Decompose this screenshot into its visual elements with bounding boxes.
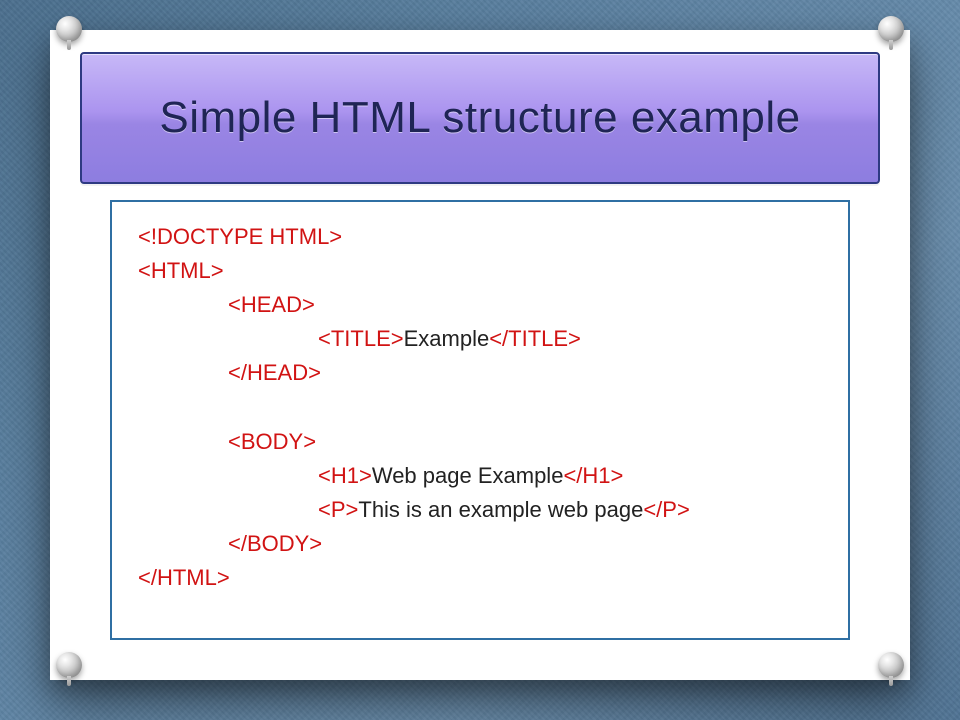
- tag-p-open: <P>: [318, 497, 358, 522]
- tag-html-open: <HTML>: [138, 258, 224, 283]
- pushpin-icon: [52, 652, 86, 686]
- code-example-box: <!DOCTYPE HTML> <HTML> <HEAD> <TITLE>Exa…: [110, 200, 850, 640]
- tag-p-close: </P>: [643, 497, 689, 522]
- code-line: <!DOCTYPE HTML>: [138, 220, 822, 254]
- tag-title-close: </TITLE>: [489, 326, 581, 351]
- code-line: </BODY>: [138, 527, 822, 561]
- tag-body-open: <BODY>: [228, 429, 316, 454]
- tag-h1-close: </H1>: [563, 463, 623, 488]
- code-line: <TITLE>Example</TITLE>: [138, 322, 822, 356]
- tag-h1-open: <H1>: [318, 463, 372, 488]
- tag-html-close: </HTML>: [138, 565, 230, 590]
- slide-background: Simple HTML structure example <!DOCTYPE …: [0, 0, 960, 720]
- code-line: </HTML>: [138, 561, 822, 595]
- tag-body-close: </BODY>: [228, 531, 322, 556]
- blank-line: [138, 390, 822, 424]
- code-line: <HTML>: [138, 254, 822, 288]
- code-line: <HEAD>: [138, 288, 822, 322]
- tag-head-open: <HEAD>: [228, 292, 315, 317]
- pushpin-icon: [52, 16, 86, 50]
- title-bar: Simple HTML structure example: [80, 52, 880, 184]
- code-line: <H1>Web page Example</H1>: [138, 459, 822, 493]
- code-line: <BODY>: [138, 425, 822, 459]
- p-text: This is an example web page: [358, 497, 643, 522]
- slide-title: Simple HTML structure example: [159, 93, 800, 144]
- tag-title-open: <TITLE>: [318, 326, 404, 351]
- h1-text: Web page Example: [372, 463, 564, 488]
- tag-head-close: </HEAD>: [228, 360, 321, 385]
- tag-doctype: <!DOCTYPE HTML>: [138, 224, 342, 249]
- slide: Simple HTML structure example <!DOCTYPE …: [50, 30, 910, 680]
- code-line: <P>This is an example web page</P>: [138, 493, 822, 527]
- pushpin-icon: [874, 652, 908, 686]
- slide-wrap: Simple HTML structure example <!DOCTYPE …: [50, 30, 910, 680]
- title-text: Example: [404, 326, 490, 351]
- code-line: </HEAD>: [138, 356, 822, 390]
- pushpin-icon: [874, 16, 908, 50]
